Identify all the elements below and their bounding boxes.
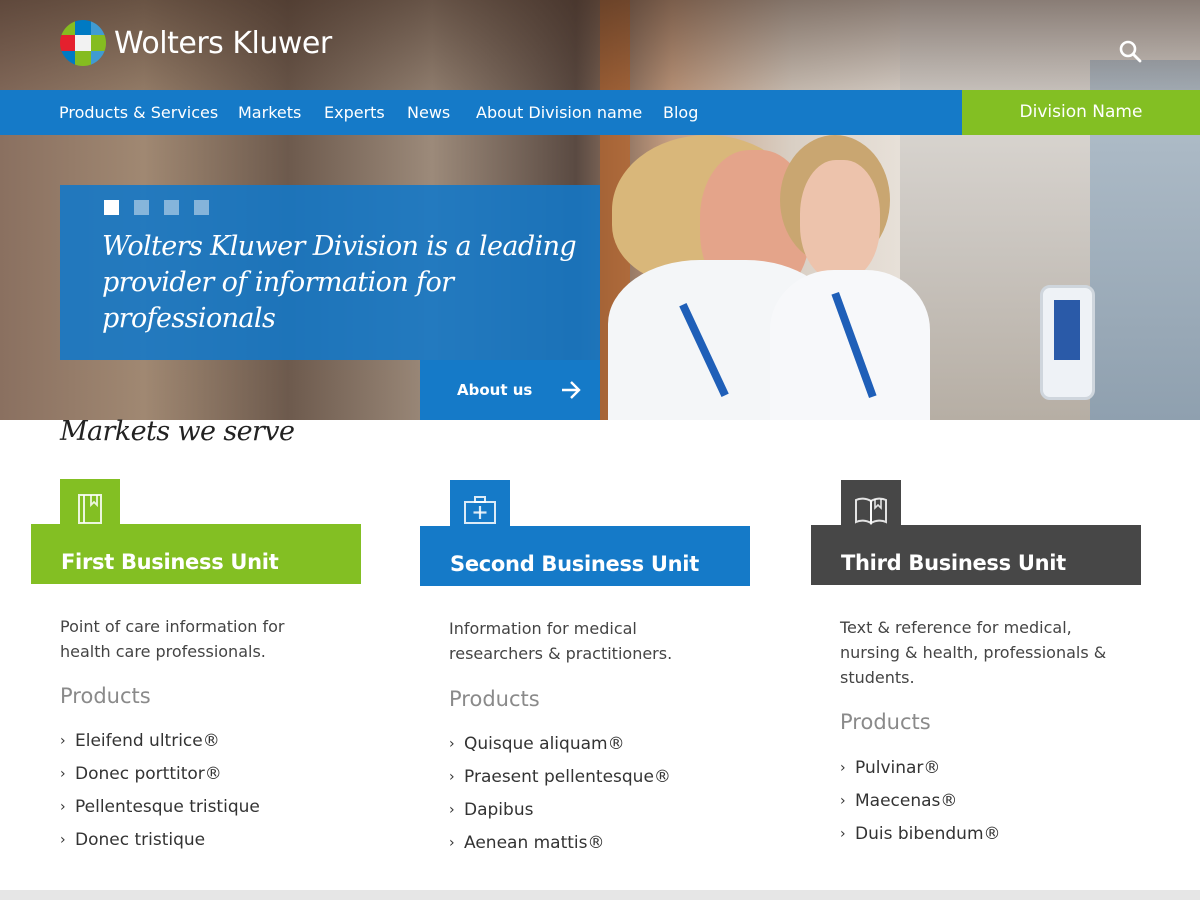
about-us-label: About us: [457, 381, 533, 399]
product-name: Maecenas®: [855, 790, 958, 811]
product-link[interactable]: › Praesent pellentesque®: [449, 760, 671, 793]
product-name: Aenean mattis®: [464, 832, 605, 853]
slide-dot[interactable]: [104, 200, 119, 215]
unit-description: Text & reference for medical, nursing & …: [840, 618, 1107, 687]
product-link[interactable]: › Pellentesque tristique: [60, 790, 260, 823]
product-name: Eleifend ultrice®: [75, 730, 220, 751]
product-name: Duis bibendum®: [855, 823, 1001, 844]
chevron-right-icon: ›: [840, 825, 846, 842]
brand-logo[interactable]: Wolters Kluwer: [60, 20, 332, 66]
hero-device-screen: [1054, 300, 1080, 360]
unit-description: Information for medical researchers & pr…: [449, 619, 673, 663]
unit-description: Point of care information for health car…: [60, 617, 285, 661]
products-label: Products: [840, 710, 931, 734]
logo-tile: [75, 20, 91, 36]
nav-blog[interactable]: Blog: [663, 90, 698, 135]
logo-tile: [90, 50, 106, 66]
unit-title: Second Business Unit: [450, 552, 699, 576]
product-name: Donec porttitor®: [75, 763, 222, 784]
nav-markets[interactable]: Markets: [238, 90, 301, 135]
chevron-right-icon: ›: [60, 732, 66, 749]
business-unit-card: Third Business Unit Text & reference for…: [811, 480, 1141, 860]
logo-tile: [60, 35, 76, 51]
logo-tile: [75, 35, 91, 51]
product-list: › Eleifend ultrice® › Donec porttitor® › Pe…: [60, 724, 260, 856]
logo-tile: [60, 50, 76, 66]
chevron-right-icon: ›: [449, 834, 455, 851]
product-name: Quisque aliquam®: [464, 733, 625, 754]
logo-tile: [60, 20, 76, 36]
logo-tile: [90, 35, 106, 51]
markets-heading: Markets we serve: [60, 416, 295, 447]
logo-tile: [90, 20, 106, 36]
chevron-right-icon: ›: [60, 765, 66, 782]
product-link[interactable]: › Donec tristique: [60, 823, 260, 856]
unit-title-band[interactable]: Second Business Unit: [420, 526, 750, 586]
hero-person-face: [800, 160, 880, 280]
chevron-right-icon: ›: [60, 831, 66, 848]
footer-strip: [0, 890, 1200, 900]
chevron-right-icon: ›: [449, 801, 455, 818]
product-link[interactable]: › Duis bibendum®: [840, 817, 1001, 850]
chevron-right-icon: ›: [840, 759, 846, 776]
brand-name: Wolters Kluwer: [114, 25, 332, 61]
chevron-right-icon: ›: [449, 735, 455, 752]
nav-about-division[interactable]: About Division name: [476, 90, 642, 135]
search-icon[interactable]: [1118, 39, 1142, 63]
products-label: Products: [449, 687, 540, 711]
product-link[interactable]: › Eleifend ultrice®: [60, 724, 260, 757]
product-link[interactable]: › Dapibus: [449, 793, 671, 826]
chevron-right-icon: ›: [60, 798, 66, 815]
logo-mark-icon: [60, 20, 106, 66]
product-link[interactable]: › Quisque aliquam®: [449, 727, 671, 760]
arrow-right-icon: [562, 381, 581, 399]
product-link[interactable]: › Donec porttitor®: [60, 757, 260, 790]
chevron-right-icon: ›: [840, 792, 846, 809]
product-list: › Quisque aliquam® › Praesent pellentesque…: [449, 727, 671, 859]
product-name: Donec tristique: [75, 829, 206, 850]
product-name: Praesent pellentesque®: [464, 766, 671, 787]
product-link[interactable]: › Aenean mattis®: [449, 826, 671, 859]
business-unit-card: First Business Unit Point of care inform…: [31, 479, 361, 859]
unit-title: Third Business Unit: [841, 551, 1066, 575]
slide-indicators: [104, 200, 209, 215]
unit-title: First Business Unit: [61, 550, 279, 574]
slide-dot[interactable]: [194, 200, 209, 215]
about-us-button[interactable]: About us: [420, 360, 600, 420]
nav-experts[interactable]: Experts: [324, 90, 385, 135]
product-list: › Pulvinar® › Maecenas® › Duis bibendum®: [840, 751, 1001, 850]
unit-title-band[interactable]: Third Business Unit: [811, 525, 1141, 585]
product-name: Pellentesque tristique: [75, 796, 260, 817]
division-name-button[interactable]: Division Name: [962, 90, 1200, 135]
nav-news[interactable]: News: [407, 90, 450, 135]
slide-dot[interactable]: [164, 200, 179, 215]
business-unit-card: Second Business Unit Information for med…: [420, 480, 750, 860]
product-link[interactable]: › Maecenas®: [840, 784, 1001, 817]
unit-title-band[interactable]: First Business Unit: [31, 524, 361, 584]
products-label: Products: [60, 684, 151, 708]
product-link[interactable]: › Pulvinar®: [840, 751, 1001, 784]
product-name: Dapibus: [464, 799, 534, 820]
chevron-right-icon: ›: [449, 768, 455, 785]
logo-tile: [75, 50, 91, 66]
slide-dot[interactable]: [134, 200, 149, 215]
nav-products-services[interactable]: Products & Services: [59, 90, 218, 135]
hero-headline: Wolters Kluwer Division is a leading pro…: [102, 231, 577, 334]
product-name: Pulvinar®: [855, 757, 941, 778]
hero-caption: Wolters Kluwer Division is a leading pro…: [60, 185, 600, 360]
